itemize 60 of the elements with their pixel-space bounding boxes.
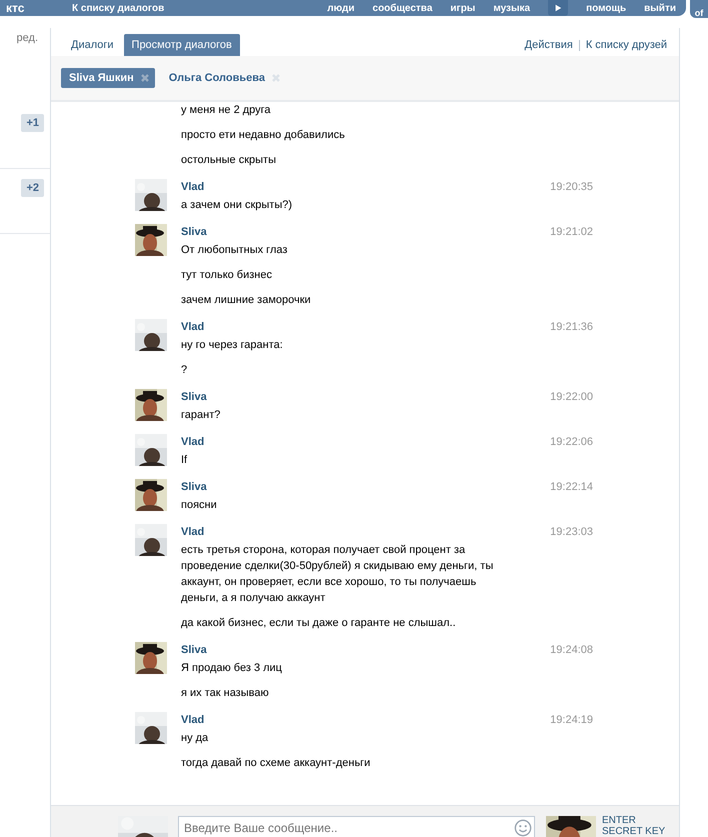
back-link[interactable]: К списку диалогов bbox=[72, 2, 164, 14]
message-text: есть третья сторона, которая получает свой процент за проведение сделки(30-50рублей) я скидываю ему деньги, ты аккаунт, он проверяет, если все хорошо, то ты получаешь деньги, а я получаю аккаунт bbox=[181, 543, 494, 606]
play-icon[interactable] bbox=[548, 0, 568, 16]
tab[interactable]: Диалоги bbox=[63, 34, 122, 56]
message-time: 19:22:06 bbox=[550, 435, 593, 450]
secret-key-link[interactable]: ENTER bbox=[602, 815, 666, 826]
nav-link[interactable]: сообщества bbox=[372, 2, 432, 14]
message-time: 19:24:08 bbox=[550, 643, 593, 658]
message-text: зачем лишние заморочки bbox=[181, 293, 312, 308]
tab[interactable]: Просмотр диалогов bbox=[124, 34, 240, 56]
smiley-icon[interactable] bbox=[514, 819, 532, 837]
message-text: От любопытных глаз bbox=[181, 243, 288, 258]
counter: +2 bbox=[21, 179, 44, 197]
message-time: 19:23:03 bbox=[550, 525, 593, 540]
message-text: ? bbox=[181, 363, 188, 378]
message-text: просто ети недавно добавились bbox=[181, 128, 346, 143]
edit-link[interactable]: ред. bbox=[16, 32, 38, 44]
message-text: да какой бизнес, если ты даже о гаранте не слышал.. bbox=[181, 616, 457, 631]
author-name[interactable]: Sliva bbox=[181, 642, 207, 659]
message-text: гарант? bbox=[181, 408, 222, 423]
message-text: ну да bbox=[181, 731, 210, 746]
message-text: у меня не 2 друга bbox=[181, 103, 272, 118]
author-name[interactable]: Sliva bbox=[181, 389, 207, 406]
author-name[interactable]: Vlad bbox=[181, 179, 204, 196]
message-time: 19:20:35 bbox=[550, 180, 593, 195]
message-text: If bbox=[181, 453, 188, 468]
message-time: 19:22:00 bbox=[550, 390, 593, 405]
message-time: 19:22:14 bbox=[550, 480, 593, 495]
author-name[interactable]: Sliva bbox=[181, 479, 207, 496]
nav-link[interactable]: помощь bbox=[586, 2, 626, 14]
secret-key-link[interactable]: SECRET KEY bbox=[602, 826, 666, 837]
close-icon[interactable] bbox=[140, 73, 150, 83]
message-time: 19:21:36 bbox=[550, 320, 593, 335]
message-text: я их так называю bbox=[181, 686, 270, 701]
message-field[interactable]: Введите Ваше сообщение.. bbox=[178, 816, 535, 837]
action-link[interactable]: К списку друзей bbox=[586, 39, 667, 51]
nav-link[interactable]: люди bbox=[327, 2, 355, 14]
message-text: ну го через гаранта: bbox=[181, 338, 284, 353]
chat-chip[interactable]: Sliva Яшкин bbox=[61, 68, 155, 88]
nav-link[interactable]: музыка bbox=[493, 2, 530, 14]
message-text: поясни bbox=[181, 498, 218, 513]
author-name[interactable]: Vlad bbox=[181, 434, 204, 451]
message-text: тогда давай по схеме аккаунт-деньги bbox=[181, 756, 372, 771]
author-name[interactable]: Sliva bbox=[181, 224, 207, 241]
chat-chip[interactable]: Ольга Соловьева bbox=[160, 68, 286, 88]
author-name[interactable]: Vlad bbox=[181, 712, 204, 729]
corner-badge[interactable]: of bbox=[690, 0, 708, 18]
message-text: остольные скрыты bbox=[181, 153, 277, 168]
message-time: 19:21:02 bbox=[550, 225, 593, 240]
author-name[interactable]: Vlad bbox=[181, 319, 204, 336]
message-text: тут только бизнес bbox=[181, 268, 273, 283]
author-name[interactable]: Vlad bbox=[181, 524, 204, 541]
message-time: 19:24:19 bbox=[550, 713, 593, 728]
nav-link[interactable]: выйти bbox=[644, 2, 676, 14]
nav-link[interactable]: игры bbox=[450, 2, 476, 14]
message-text: Я продаю без 3 лиц bbox=[181, 661, 283, 676]
action-link[interactable]: Действия bbox=[524, 39, 573, 51]
logo[interactable]: ктс bbox=[0, 1, 66, 15]
message-text: а зачем они скрыты?) bbox=[181, 198, 294, 213]
counter: +1 bbox=[21, 114, 44, 132]
